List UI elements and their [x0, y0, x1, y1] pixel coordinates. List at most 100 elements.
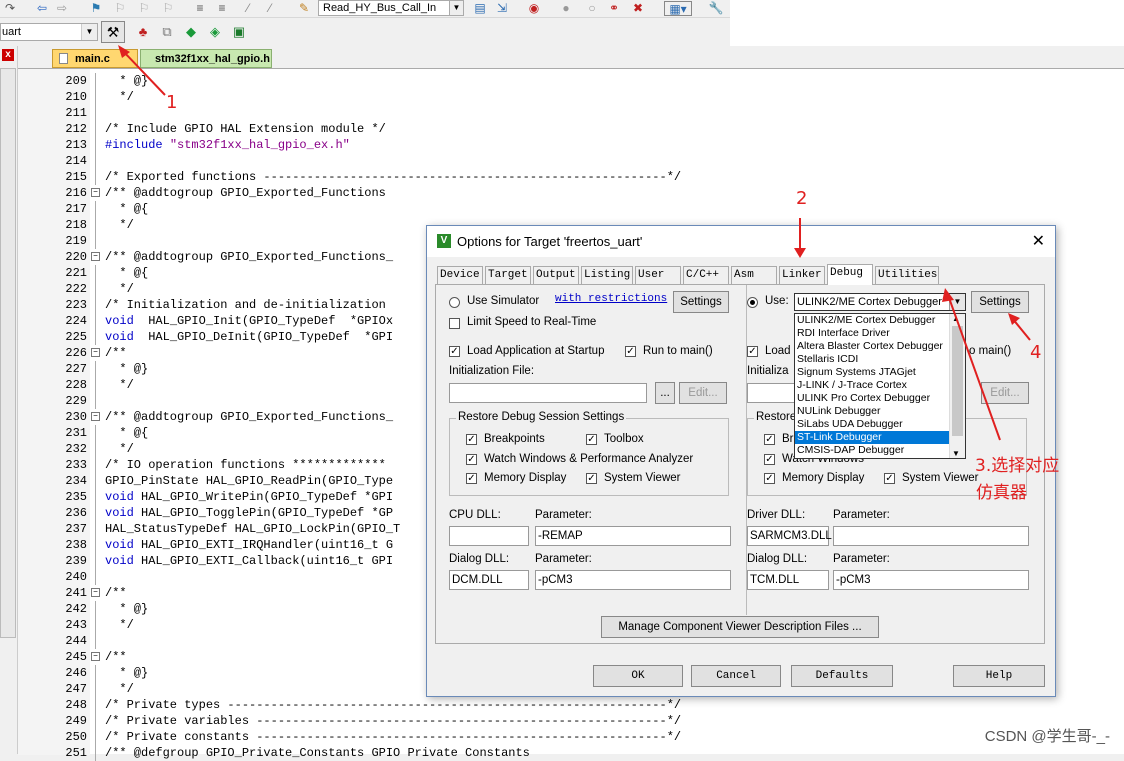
- init-file-browse-button[interactable]: ...: [655, 382, 675, 404]
- debugger-option[interactable]: CMSIS-DAP Debugger: [795, 444, 965, 457]
- debugger-option[interactable]: J-LINK / J-Trace Cortex: [795, 379, 965, 392]
- use-simulator-radio[interactable]: [449, 297, 460, 308]
- defaults-button[interactable]: Defaults: [791, 665, 893, 687]
- unindent-icon[interactable]: ≡: [214, 1, 230, 16]
- debugger-option[interactable]: RDI Interface Driver: [795, 327, 965, 340]
- watch-windows-checkbox[interactable]: ✓: [466, 454, 477, 465]
- uncomment-icon[interactable]: ⁄: [262, 1, 278, 16]
- init-file-edit-button[interactable]: Edit...: [679, 382, 727, 404]
- toolbox-checkbox[interactable]: ✓: [586, 434, 597, 445]
- breakpoint-icon[interactable]: ●: [558, 1, 574, 16]
- fold-toggle-icon[interactable]: −: [91, 412, 100, 421]
- bookmark-prev-icon[interactable]: ⚐: [112, 1, 128, 16]
- tab-device[interactable]: Device: [437, 266, 483, 284]
- breakpoint-disable-icon[interactable]: ○: [584, 1, 600, 16]
- window-layout-icon[interactable]: ▦▾: [664, 1, 692, 16]
- driver-dll-input[interactable]: SARMCM3.DLL: [747, 526, 832, 546]
- tab-stm32f1xx-hal-gpio-h[interactable]: stm32f1xx_hal_gpio.h: [140, 49, 272, 68]
- dropdown-scrollbar[interactable]: ▲ ▼: [949, 314, 965, 458]
- tab-listing[interactable]: Listing: [581, 266, 633, 284]
- options-for-target-button[interactable]: ⚒: [101, 21, 125, 43]
- debug-start-icon[interactable]: ◉: [526, 1, 542, 16]
- redo-icon[interactable]: ↷: [2, 1, 18, 16]
- find-icon[interactable]: ▤: [472, 1, 488, 16]
- help-button[interactable]: Help: [953, 665, 1045, 687]
- configure-icon[interactable]: 🔧: [708, 1, 724, 16]
- right-system-viewer-checkbox[interactable]: ✓: [884, 473, 895, 484]
- manage-rte-icon[interactable]: ▣: [230, 23, 248, 41]
- back-icon[interactable]: ⇦: [34, 1, 50, 16]
- bookmark-icon[interactable]: ⚑: [88, 1, 104, 16]
- breakpoint-all-icon[interactable]: ⚭: [606, 1, 622, 16]
- tab-linker[interactable]: Linker: [779, 266, 825, 284]
- right-watch-checkbox[interactable]: ✓: [764, 454, 775, 465]
- tab-main-c[interactable]: main.c: [52, 49, 138, 68]
- right-breakpoints-checkbox[interactable]: ✓: [764, 434, 775, 445]
- target-select[interactable]: uart ▼: [0, 23, 98, 41]
- right-memory-checkbox[interactable]: ✓: [764, 473, 775, 484]
- bookmark-next-icon[interactable]: ⚐: [136, 1, 152, 16]
- cpu-param-input[interactable]: -REMAP: [535, 526, 731, 546]
- tab-c-cpp[interactable]: C/C++: [683, 266, 729, 284]
- right-init-file-edit-button[interactable]: Edit...: [981, 382, 1029, 404]
- breakpoints-checkbox[interactable]: ✓: [466, 434, 477, 445]
- function-combo[interactable]: Read_HY_Bus_Call_In ▼: [318, 0, 464, 16]
- scroll-down-icon[interactable]: ▼: [952, 449, 960, 458]
- close-icon[interactable]: x: [2, 49, 14, 61]
- fold-toggle-icon[interactable]: −: [91, 652, 100, 661]
- tab-debug[interactable]: Debug: [827, 264, 873, 285]
- limit-speed-checkbox[interactable]: [449, 318, 460, 329]
- simulator-settings-button[interactable]: Settings: [673, 291, 729, 313]
- tab-user[interactable]: User: [635, 266, 681, 284]
- project-scrollbar[interactable]: [0, 68, 16, 638]
- forward-icon[interactable]: ⇨: [54, 1, 70, 16]
- right-init-file-input[interactable]: [747, 383, 797, 403]
- load-app-checkbox[interactable]: ✓: [449, 346, 460, 357]
- fold-toggle-icon[interactable]: −: [91, 188, 100, 197]
- with-restrictions-link[interactable]: with restrictions: [555, 293, 667, 305]
- debugger-option[interactable]: ULINK Pro Cortex Debugger: [795, 392, 965, 405]
- bookmark-clear-icon[interactable]: ⚐: [160, 1, 176, 16]
- debugger-select[interactable]: ULINK2/ME Cortex Debugger ▼: [794, 293, 966, 311]
- fold-toggle-icon[interactable]: −: [91, 348, 100, 357]
- driver-param-input[interactable]: [833, 526, 1029, 546]
- debugger-option[interactable]: ST-Link Debugger: [795, 431, 965, 444]
- kill-breakpoints-icon[interactable]: ✖: [630, 1, 646, 16]
- system-viewer-checkbox[interactable]: ✓: [586, 473, 597, 484]
- ok-button[interactable]: OK: [593, 665, 683, 687]
- find-in-files-icon[interactable]: ✎: [296, 1, 312, 16]
- debugger-option[interactable]: Signum Systems JTAGjet: [795, 366, 965, 379]
- right-load-app-checkbox[interactable]: ✓: [747, 346, 758, 357]
- debugger-option[interactable]: ULINK2/ME Cortex Debugger: [795, 314, 965, 327]
- dialog-dll-input[interactable]: DCM.DLL: [449, 570, 529, 590]
- select-packs-icon[interactable]: ◈: [206, 23, 224, 41]
- tab-utilities[interactable]: Utilities: [875, 266, 939, 284]
- init-file-input[interactable]: [449, 383, 647, 403]
- use-debugger-radio[interactable]: [747, 297, 758, 308]
- debugger-option[interactable]: SiLabs UDA Debugger: [795, 418, 965, 431]
- close-icon[interactable]: ✕: [1032, 226, 1045, 257]
- cancel-button[interactable]: Cancel: [691, 665, 781, 687]
- tab-output[interactable]: Output: [533, 266, 579, 284]
- right-dialog-dll-input[interactable]: TCM.DLL: [747, 570, 829, 590]
- debugger-option[interactable]: Stellaris ICDI: [795, 353, 965, 366]
- right-dialog-param-input[interactable]: -pCM3: [833, 570, 1029, 590]
- file-extensions-icon[interactable]: ⧉: [158, 23, 176, 41]
- scroll-up-icon[interactable]: ▲: [952, 314, 960, 323]
- tab-target[interactable]: Target: [485, 266, 531, 284]
- debugger-settings-button[interactable]: Settings: [971, 291, 1029, 313]
- run-to-main-checkbox[interactable]: ✓: [625, 346, 636, 357]
- cpu-dll-input[interactable]: [449, 526, 529, 546]
- scroll-thumb[interactable]: [952, 326, 963, 436]
- fold-toggle-icon[interactable]: −: [91, 588, 100, 597]
- incremental-find-icon[interactable]: ⇲: [494, 1, 510, 16]
- dialog-param-input[interactable]: -pCM3: [535, 570, 731, 590]
- indent-icon[interactable]: ≡: [192, 1, 208, 16]
- manage-project-icon[interactable]: ♣: [134, 23, 152, 41]
- debugger-option[interactable]: Altera Blaster Cortex Debugger: [795, 340, 965, 353]
- comment-icon[interactable]: ⁄: [240, 1, 256, 16]
- tab-asm[interactable]: Asm: [731, 266, 777, 284]
- pack-installer-icon[interactable]: ◆: [182, 23, 200, 41]
- fold-toggle-icon[interactable]: −: [91, 252, 100, 261]
- debugger-option[interactable]: NULink Debugger: [795, 405, 965, 418]
